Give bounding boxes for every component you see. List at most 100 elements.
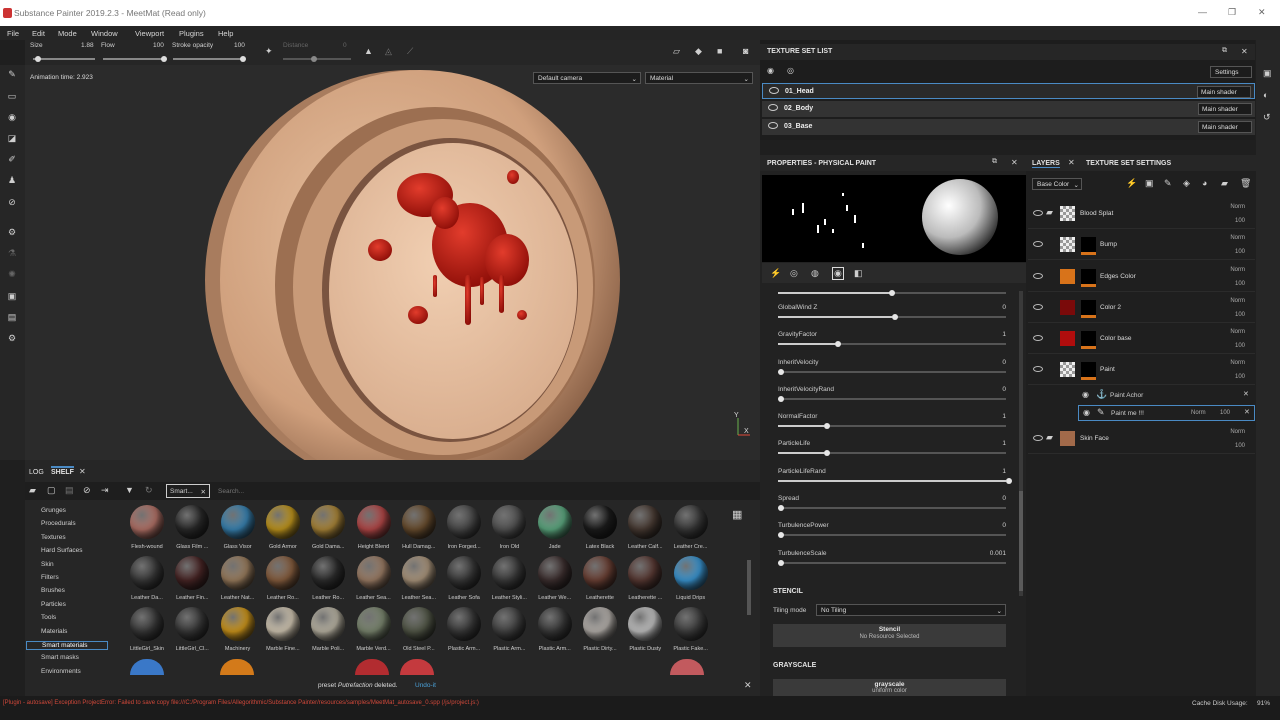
opacity-value[interactable]: 100 <box>1235 312 1245 318</box>
filter-icon[interactable]: ▼ <box>125 485 134 495</box>
smart-material-item[interactable]: Leather Sofa <box>444 556 484 601</box>
eye-icon[interactable] <box>1033 366 1043 372</box>
close-tab-icon[interactable]: ✕ <box>1068 158 1075 167</box>
texture-set-row[interactable]: 01_Head Main shader <box>762 83 1255 99</box>
texture-set-settings-dropdown[interactable]: Settings <box>1210 66 1252 78</box>
property-slider[interactable] <box>778 478 1012 484</box>
smart-material-item[interactable]: Leather Sea... <box>354 556 394 601</box>
opacity-value[interactable]: 100 <box>1235 281 1245 287</box>
particle-icon[interactable]: ✺ <box>6 269 18 279</box>
shelf-category[interactable]: Smart materials <box>26 641 108 650</box>
eye-icon[interactable] <box>1033 273 1043 279</box>
eye-icon[interactable] <box>1033 435 1043 441</box>
smart-material-item[interactable]: Marble Fine... <box>263 607 303 652</box>
layer-row[interactable]: Edges Color Norm 100 <box>1028 262 1255 292</box>
shelf-category[interactable]: Filters <box>41 574 59 581</box>
property-value[interactable]: 0 <box>1002 304 1006 311</box>
property-slider-row[interactable]: GlobalWind Z 0 <box>778 304 1006 328</box>
float-panel-icon[interactable]: ⧉ <box>992 158 997 166</box>
smart-material-item[interactable]: Plastic Arm... <box>489 607 529 652</box>
shader-settings-icon[interactable]: ◐ <box>1263 90 1268 100</box>
shelf-category[interactable]: Tools <box>41 614 56 621</box>
smart-material-item[interactable]: Leather Ro... <box>263 556 303 601</box>
add-folder-icon[interactable]: ▰ <box>1221 178 1228 189</box>
add-mask-icon[interactable]: ▣ <box>1145 178 1154 189</box>
smart-material-item[interactable]: Machinery <box>218 607 258 652</box>
smudge-icon[interactable]: ✐ <box>6 154 18 164</box>
shelf-category[interactable]: Environments <box>41 668 81 675</box>
alpha-tab-icon[interactable]: ◎ <box>790 268 798 279</box>
smart-material-item[interactable]: Gold Dama... <box>308 505 348 550</box>
opacity-value[interactable]: 100 <box>1235 218 1245 224</box>
close-window-button[interactable]: ✕ <box>1258 7 1266 18</box>
layer-row[interactable]: Bump Norm 100 <box>1028 230 1255 260</box>
physical-paint-icon[interactable]: ⚗ <box>6 248 18 258</box>
remove-effect-icon[interactable]: ✕ <box>1243 390 1249 398</box>
eye-icon[interactable] <box>1033 210 1043 216</box>
property-value[interactable]: 0.001 <box>990 550 1006 557</box>
smart-material-item[interactable]: Iron Old <box>489 505 529 550</box>
smart-material-item[interactable]: Marble Poli... <box>308 607 348 652</box>
menu-file[interactable]: File <box>7 29 19 38</box>
filter-chip[interactable]: Smart... ✕ <box>166 484 210 498</box>
tab-log[interactable]: LOG <box>29 469 44 476</box>
flow-slider[interactable] <box>103 56 167 62</box>
property-value[interactable]: 1 <box>1002 331 1006 338</box>
property-slider-row[interactable]: TurbulencePower 0 <box>778 522 1006 546</box>
property-value[interactable]: 1 <box>1002 468 1006 475</box>
shelf-category[interactable]: Procedurals <box>41 520 76 527</box>
property-slider[interactable] <box>778 450 1006 456</box>
projection-icon[interactable]: ◉ <box>6 112 18 122</box>
folder-icon[interactable]: ▰ <box>29 485 36 496</box>
eye-icon[interactable] <box>768 104 778 111</box>
property-slider-row[interactable]: InheritVelocity 0 <box>778 359 1006 383</box>
property-slider[interactable] <box>778 423 1006 429</box>
tab-layers[interactable]: LAYERS <box>1032 160 1060 168</box>
smart-material-item[interactable]: Plastic Dirty... <box>580 607 620 652</box>
eye-icon[interactable] <box>769 87 779 94</box>
texture-set-row[interactable]: 02_Body Main shader <box>762 101 1255 117</box>
smart-material-item[interactable]: Leather Styli... <box>489 556 529 601</box>
settings-gear-icon[interactable]: ⚙ <box>6 333 18 343</box>
smart-material-item[interactable]: Leather Da... <box>127 556 167 601</box>
smart-material-item[interactable]: LittleGirl_Skin <box>127 607 167 652</box>
property-value[interactable]: 0 <box>1002 386 1006 393</box>
property-slider[interactable] <box>778 505 1006 511</box>
layer-folder-row[interactable]: ▰ Skin Face Norm 100 <box>1028 424 1255 454</box>
property-slider[interactable] <box>778 369 1006 375</box>
smart-material-item[interactable]: Leatherette ... <box>625 556 665 601</box>
close-panel-icon[interactable]: ✕ <box>1011 158 1018 167</box>
remove-effect-icon[interactable]: ✕ <box>1244 408 1250 416</box>
eye-icon[interactable] <box>1033 241 1043 247</box>
opacity-value[interactable]: 100 <box>1235 343 1245 349</box>
properties-scrollbar[interactable] <box>1019 291 1023 596</box>
opacity-value[interactable]: 100 <box>1235 249 1245 255</box>
flow-value[interactable]: 100 <box>153 42 164 49</box>
property-value[interactable]: 0 <box>1002 359 1006 366</box>
smart-material-item[interactable]: Height Blend <box>354 505 394 550</box>
python-icon[interactable]: ▣ <box>6 291 18 301</box>
blend-mode[interactable]: Norm <box>1230 329 1245 335</box>
smart-material-item[interactable]: Marble Verd... <box>354 607 394 652</box>
new-item-icon[interactable]: ▢ <box>47 485 56 496</box>
camera-view-icon[interactable]: ▱ <box>673 46 680 57</box>
add-mask-layer-icon[interactable]: ◕ <box>1202 178 1207 188</box>
size-value[interactable]: 1.88 <box>81 42 94 49</box>
blend-mode[interactable]: Norm <box>1230 235 1245 241</box>
property-slider[interactable] <box>778 560 1006 566</box>
brush-tab-icon[interactable]: ⚡ <box>770 268 781 279</box>
size-slider[interactable] <box>33 56 95 62</box>
smart-material-item[interactable]: Old Steel P... <box>399 607 439 652</box>
3d-viewport[interactable]: Animation time: 2.923 Default camera ⌄ Ma… <box>25 65 760 460</box>
smart-material-item[interactable]: Plastic Fake... <box>671 607 711 652</box>
smart-material-item[interactable]: Hull Damag... <box>399 505 439 550</box>
color-picker-icon[interactable]: ⊘ <box>6 197 18 207</box>
property-value[interactable]: 1 <box>1002 440 1006 447</box>
smart-material-item[interactable]: Glass Visor <box>218 505 258 550</box>
shelf-category[interactable]: Materials <box>41 628 67 635</box>
float-panel-icon[interactable]: ⧉ <box>1222 47 1227 55</box>
blend-mode[interactable]: Norm <box>1230 360 1245 366</box>
clone-stamp-icon[interactable]: ♟ <box>6 175 18 185</box>
shelf-search-input[interactable] <box>215 484 753 498</box>
mannequin-head-render[interactable]: Y X <box>25 65 760 460</box>
